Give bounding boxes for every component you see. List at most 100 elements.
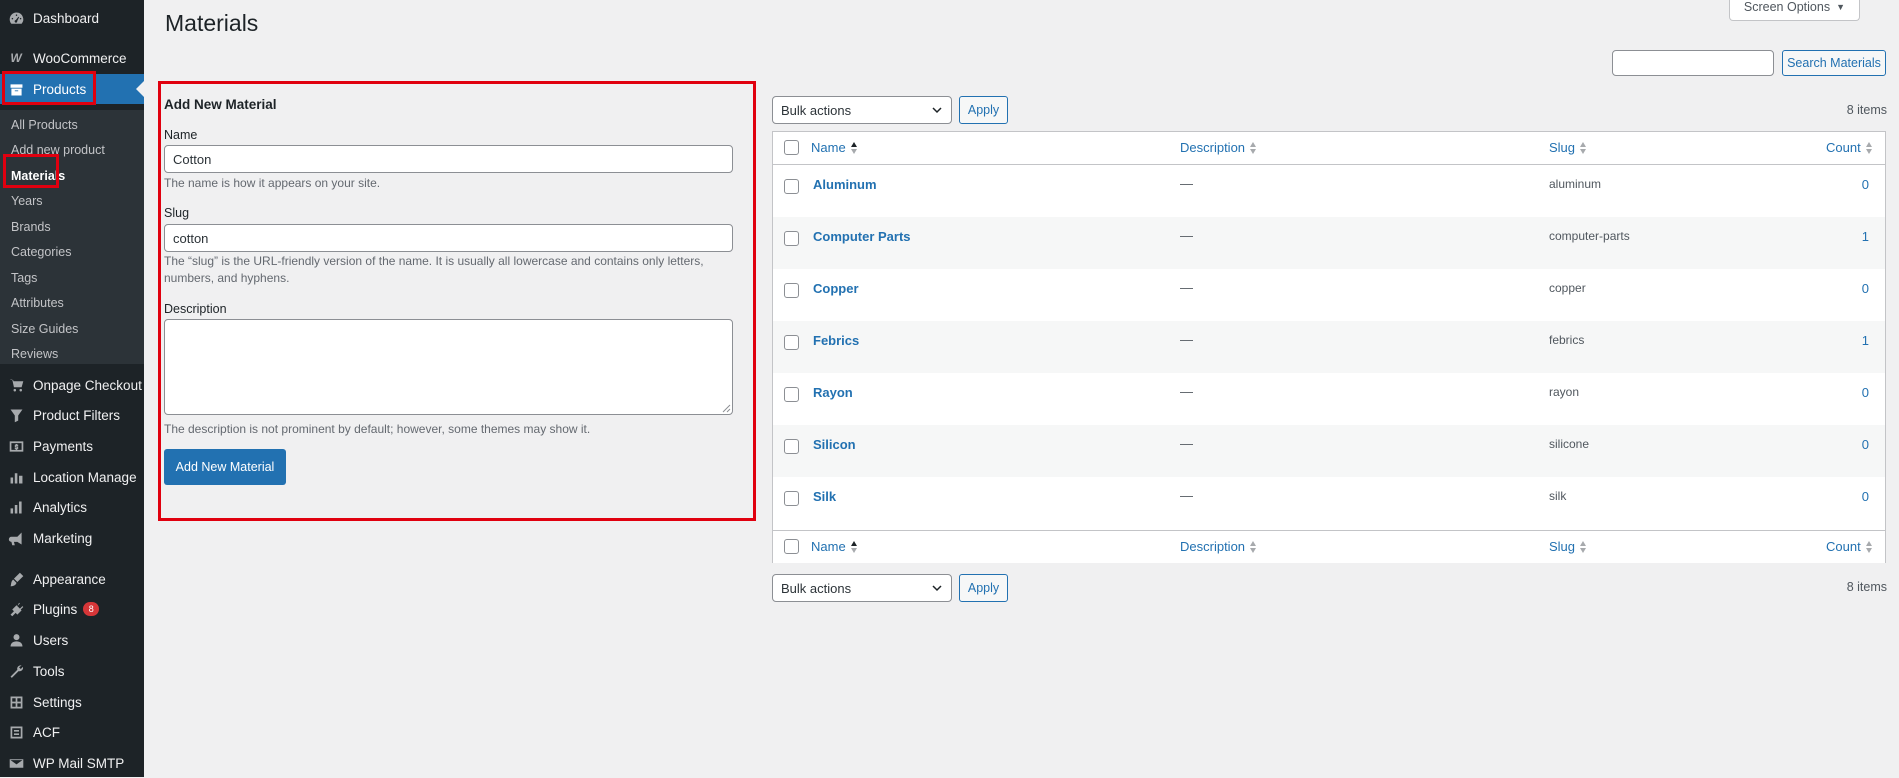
name-field[interactable]	[164, 145, 733, 173]
submenu-years[interactable]: Years	[11, 194, 43, 208]
admin-sidebar: Dashboard W WooCommerce Products All Pro…	[0, 0, 144, 777]
column-slug[interactable]: Slug	[1549, 140, 1587, 155]
column-slug-label: Slug	[1549, 140, 1576, 155]
menu-appearance[interactable]: Appearance	[0, 564, 144, 594]
menu-wp-mail-smtp[interactable]: WP Mail SMTP	[0, 748, 144, 778]
menu-tools[interactable]: Tools	[0, 656, 144, 686]
column-count-footer[interactable]: Count	[1826, 539, 1873, 554]
submenu-add-new-product[interactable]: Add new product	[11, 143, 105, 157]
submenu-attributes[interactable]: Attributes	[11, 296, 64, 310]
row-name-link[interactable]: Aluminum	[813, 177, 877, 192]
menu-marketing[interactable]: Marketing	[0, 523, 144, 553]
menu-label: Users	[33, 632, 69, 648]
page-title: Materials	[165, 10, 259, 36]
table-footer: Name Description Slug Count	[773, 530, 1885, 563]
menu-payments[interactable]: Payments	[0, 431, 144, 461]
submenu-materials[interactable]: Materials	[11, 169, 65, 183]
menu-label: Dashboard	[33, 10, 100, 26]
row-description: —	[1180, 228, 1193, 243]
apply-button-top[interactable]: Apply	[959, 96, 1008, 124]
table-row: Silk — silk 0	[773, 477, 1885, 529]
caret-down-icon: ▼	[1836, 2, 1845, 12]
row-count-link[interactable]: 0	[1849, 489, 1869, 504]
menu-onpage-checkout[interactable]: Onpage Checkout	[0, 370, 144, 400]
apply-button-bottom[interactable]: Apply	[959, 574, 1008, 602]
bulk-actions-select-top[interactable]: Bulk actions	[772, 96, 952, 124]
apply-label: Apply	[967, 103, 1000, 117]
row-count-link[interactable]: 0	[1849, 177, 1869, 192]
row-description: —	[1180, 488, 1193, 503]
row-slug: silk	[1549, 489, 1567, 503]
row-name-link[interactable]: Silicon	[813, 437, 856, 452]
bulk-actions-value: Bulk actions	[781, 102, 852, 118]
column-count-label: Count	[1826, 140, 1861, 155]
row-checkbox[interactable]	[784, 179, 799, 194]
column-count[interactable]: Count	[1826, 140, 1873, 155]
description-field[interactable]	[164, 319, 733, 415]
row-name-link[interactable]: Rayon	[813, 385, 853, 400]
row-checkbox[interactable]	[784, 491, 799, 506]
menu-dashboard[interactable]: Dashboard	[0, 3, 144, 33]
search-input[interactable]	[1612, 50, 1774, 76]
menu-woocommerce[interactable]: W WooCommerce	[0, 43, 144, 73]
menu-label: Tools	[33, 663, 65, 679]
menu-label: Marketing	[33, 530, 93, 546]
row-count-link[interactable]: 0	[1849, 281, 1869, 296]
row-checkbox[interactable]	[784, 283, 799, 298]
row-count-link[interactable]: 1	[1849, 333, 1869, 348]
column-slug-footer[interactable]: Slug	[1549, 539, 1587, 554]
menu-label: Location Manage	[33, 469, 137, 485]
table-row: Aluminum — aluminum 0	[773, 165, 1885, 217]
products-icon	[7, 80, 25, 98]
select-all-checkbox[interactable]	[784, 140, 799, 155]
chevron-down-icon	[932, 107, 942, 114]
bulk-actions-select-bottom[interactable]: Bulk actions	[772, 574, 952, 602]
menu-users[interactable]: Users	[0, 625, 144, 655]
analytics-icon	[7, 498, 25, 516]
row-checkbox[interactable]	[784, 387, 799, 402]
add-new-material-button[interactable]: Add New Material	[164, 449, 286, 485]
submenu-size-guides[interactable]: Size Guides	[11, 322, 78, 336]
submenu-tags[interactable]: Tags	[11, 271, 37, 285]
search-materials-button[interactable]: Search Materials	[1782, 50, 1886, 76]
select-all-checkbox-bottom[interactable]	[784, 539, 799, 554]
slug-label: Slug	[164, 206, 190, 220]
description-label: Description	[164, 302, 227, 316]
row-checkbox[interactable]	[784, 335, 799, 350]
materials-table: Name Description Slug Count Aluminum — a…	[772, 131, 1886, 563]
resize-handle-icon[interactable]	[722, 404, 731, 413]
menu-product-filters[interactable]: Product Filters	[0, 400, 144, 430]
menu-label: Settings	[33, 694, 82, 710]
row-checkbox[interactable]	[784, 231, 799, 246]
add-button-label: Add New Material	[175, 460, 275, 474]
slug-field[interactable]	[164, 224, 733, 252]
submenu-categories[interactable]: Categories	[11, 245, 71, 259]
submenu-reviews[interactable]: Reviews	[11, 347, 58, 361]
menu-label: Analytics	[33, 499, 88, 515]
name-label: Name	[164, 128, 198, 142]
row-checkbox[interactable]	[784, 439, 799, 454]
submenu-brands[interactable]: Brands	[11, 220, 51, 234]
search-button-label: Search Materials	[1787, 56, 1881, 70]
column-description[interactable]: Description	[1180, 140, 1257, 155]
submenu-all-products[interactable]: All Products	[11, 118, 78, 132]
menu-plugins[interactable]: Plugins 8	[0, 594, 144, 624]
menu-location-manage[interactable]: Location Manage	[0, 462, 144, 492]
row-count-link[interactable]: 1	[1849, 229, 1869, 244]
menu-analytics[interactable]: Analytics	[0, 492, 144, 522]
row-count-link[interactable]: 0	[1849, 437, 1869, 452]
menu-acf[interactable]: ACF	[0, 717, 144, 747]
column-description-footer[interactable]: Description	[1180, 539, 1257, 554]
name-help-text: The name is how it appears on your site.	[164, 176, 381, 190]
row-count-link[interactable]: 0	[1849, 385, 1869, 400]
column-name[interactable]: Name	[811, 140, 858, 155]
row-name-link[interactable]: Febrics	[813, 333, 859, 348]
row-description: —	[1180, 176, 1193, 191]
screen-options-button[interactable]: Screen Options ▼	[1728, 0, 1860, 21]
menu-products[interactable]: Products	[0, 74, 144, 104]
row-name-link[interactable]: Copper	[813, 281, 859, 296]
column-name-footer[interactable]: Name	[811, 539, 858, 554]
row-name-link[interactable]: Computer Parts	[813, 229, 911, 244]
menu-settings[interactable]: Settings	[0, 687, 144, 717]
row-name-link[interactable]: Silk	[813, 489, 836, 504]
